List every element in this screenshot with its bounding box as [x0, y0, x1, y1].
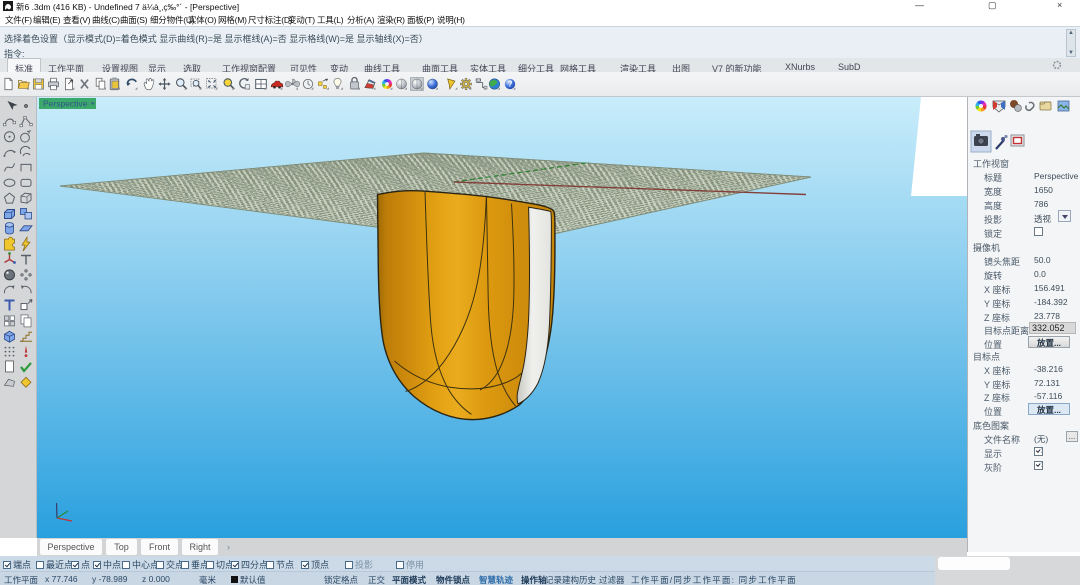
- svg-text:Perspective: Perspective: [43, 99, 88, 109]
- svg-text:?: ?: [508, 80, 513, 89]
